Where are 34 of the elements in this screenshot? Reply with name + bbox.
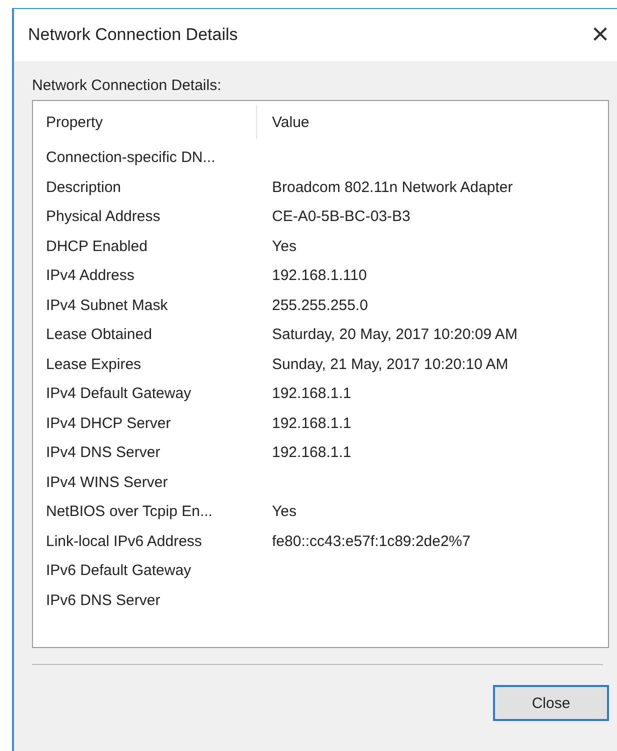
- value-cell-text: 255.255.255.0: [271, 296, 368, 314]
- value-cell-text: Sunday, 21 May, 2017 10:20:10 AM: [271, 356, 508, 373]
- property-cell-text: Physical Address: [45, 208, 162, 226]
- close-dialog-button[interactable]: Close: [493, 685, 609, 721]
- value-cell-text: 192.168.1.110: [271, 267, 367, 284]
- value-cell-text: 192.168.1.1: [271, 414, 352, 432]
- value-cell-text: Yes: [271, 238, 296, 255]
- property-cell-text: NetBIOS over Tcpip En...: [45, 503, 214, 520]
- property-cell-text: IPv4 Address: [45, 267, 136, 284]
- property-cell-text: IPv4 DNS Server: [45, 444, 162, 462]
- window-title: Network Connection Details: [28, 25, 238, 45]
- property-cell-text: IPv4 WINS Server: [45, 474, 169, 491]
- value-cell-text: fe80::cc43:e57f:1c89:2de2%7: [271, 532, 470, 550]
- property-cell-text: Lease Expires: [45, 356, 142, 373]
- value-cell-text: Broadcom 802.11n Network Adapter: [271, 178, 513, 196]
- property-cell-text: Connection-specific DN...: [45, 149, 216, 166]
- column-header[interactable]: Property: [33, 105, 257, 139]
- group-label: Network Connection Details:: [32, 77, 222, 94]
- property-cell-text: IPv4 DHCP Server: [45, 414, 172, 432]
- property-cell-text: DHCP Enabled: [45, 238, 148, 255]
- property-cell-text: IPv6 DNS Server: [45, 592, 162, 609]
- close-button[interactable]: ×: [583, 20, 617, 50]
- column-header[interactable]: Value: [257, 105, 608, 139]
- property-cell-text: Link-local IPv6 Address: [45, 532, 203, 550]
- property-cell-text: Lease Obtained: [45, 326, 153, 344]
- value-cell-text: CE-A0-5B-BC-03-B3: [271, 208, 410, 226]
- property-cell-text: IPv4 Default Gateway: [45, 385, 192, 402]
- property-cell-text: Description: [45, 178, 122, 196]
- value-cell-text: Saturday, 20 May, 2017 10:20:09 AM: [271, 326, 518, 344]
- value-cell-text: Yes: [271, 503, 296, 520]
- property-cell-text: IPv4 Subnet Mask: [45, 296, 169, 314]
- value-cell-text: 192.168.1.1: [271, 444, 352, 462]
- property-cell-text: IPv6 Default Gateway: [45, 562, 192, 580]
- value-cell-text: 192.168.1.1: [271, 385, 352, 402]
